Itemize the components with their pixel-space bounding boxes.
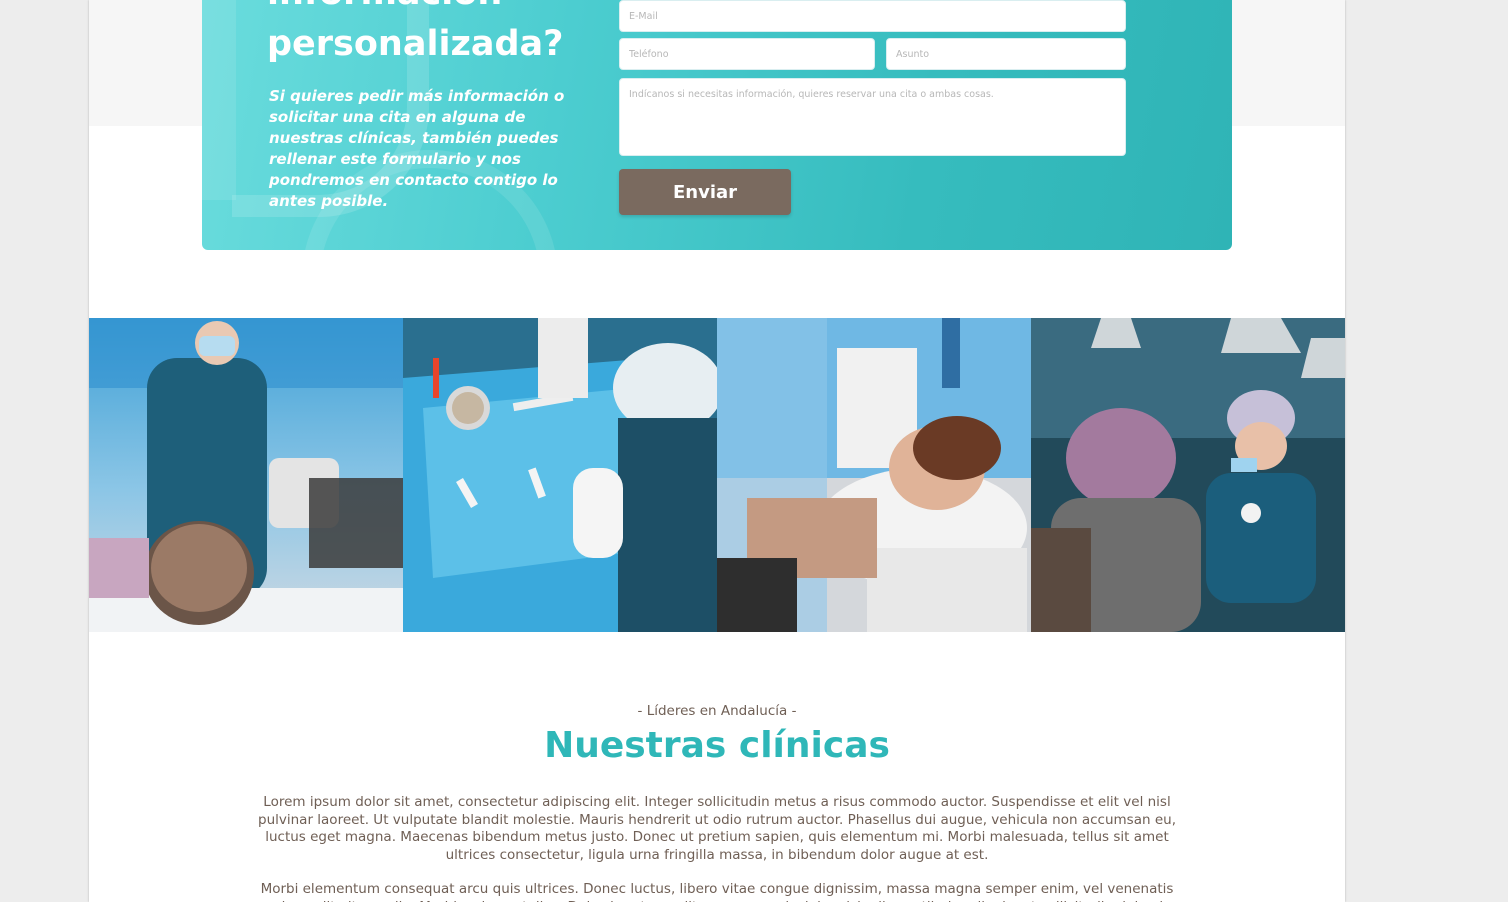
clinic-photo-patient-chair bbox=[717, 318, 1031, 632]
contact-heading-line2: personalizada? bbox=[267, 24, 564, 64]
subject-field[interactable] bbox=[886, 38, 1126, 70]
decorative-shape bbox=[202, 0, 236, 200]
message-field[interactable] bbox=[619, 78, 1126, 156]
page: información personalizada? Si quieres pe… bbox=[89, 0, 1345, 902]
clinics-section: - Líderes en Andalucía - Nuestras clínic… bbox=[89, 700, 1345, 902]
clinic-photo-instrument-tray bbox=[403, 318, 717, 632]
contact-description: Si quieres pedir más información o solic… bbox=[269, 87, 565, 210]
clinics-paragraph: Lorem ipsum dolor sit amet, consectetur … bbox=[258, 794, 1176, 863]
clinic-photo-surgery-team bbox=[1031, 318, 1345, 632]
email-field[interactable] bbox=[619, 0, 1126, 32]
contact-card: información personalizada? Si quieres pe… bbox=[202, 0, 1232, 250]
contact-heading-line1: información bbox=[267, 0, 587, 19]
contact-heading: información personalizada? bbox=[267, 0, 587, 70]
photo-gallery bbox=[89, 318, 1345, 632]
clinics-title: Nuestras clínicas bbox=[544, 725, 890, 766]
clinic-photo-patient-treatment bbox=[89, 318, 403, 632]
send-button[interactable]: Enviar bbox=[619, 169, 791, 215]
phone-field[interactable] bbox=[619, 38, 875, 70]
clinics-kicker: - Líderes en Andalucía - bbox=[637, 703, 797, 719]
clinics-paragraph: Morbi elementum consequat arcu quis ultr… bbox=[258, 881, 1177, 902]
